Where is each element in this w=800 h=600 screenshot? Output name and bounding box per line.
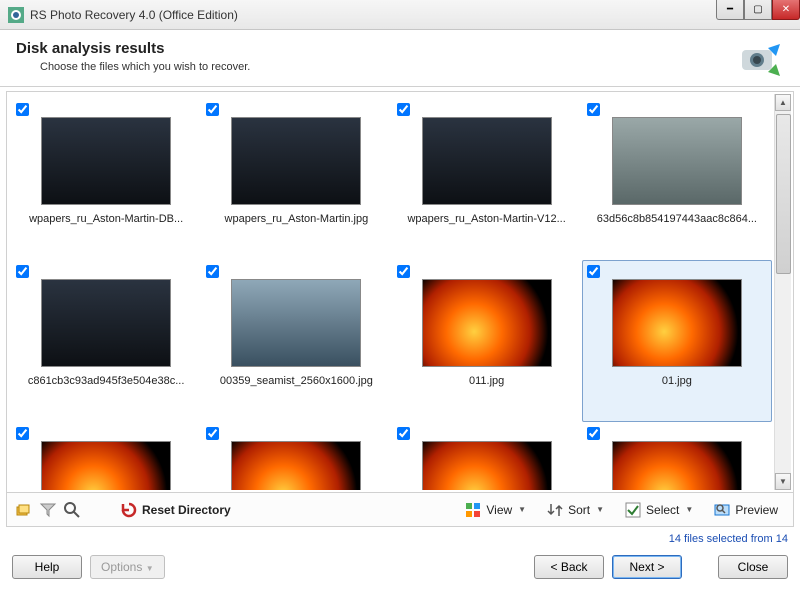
file-name: 011.jpg: [397, 375, 577, 387]
file-thumbnail: [41, 279, 171, 367]
chevron-down-icon: ▼: [596, 505, 604, 514]
reset-directory-button[interactable]: Reset Directory: [113, 497, 238, 523]
scroll-thumb[interactable]: [776, 114, 791, 274]
vertical-scrollbar[interactable]: ▲ ▼: [774, 94, 791, 490]
file-item[interactable]: c861cb3c93ad945f3e504e38c...: [11, 260, 201, 422]
file-item[interactable]: 01.jpg: [582, 260, 772, 422]
file-checkbox[interactable]: [397, 265, 410, 278]
file-item[interactable]: wpapers_ru_Aston-Martin-DB...: [11, 98, 201, 260]
file-item[interactable]: [392, 422, 582, 490]
view-icon: [464, 501, 482, 519]
file-checkbox[interactable]: [587, 427, 600, 440]
file-checkbox[interactable]: [397, 427, 410, 440]
status-text: 14 files selected from 14: [0, 527, 800, 547]
file-checkbox[interactable]: [16, 427, 29, 440]
minimize-button[interactable]: ━: [716, 0, 744, 20]
filter-icon[interactable]: [39, 501, 57, 519]
file-thumbnail: [612, 441, 742, 490]
file-item[interactable]: 00359_seamist_2560x1600.jpg: [201, 260, 391, 422]
file-name: 01.jpg: [587, 375, 767, 387]
file-item[interactable]: [201, 422, 391, 490]
titlebar: RS Photo Recovery 4.0 (Office Edition) ━…: [0, 0, 800, 30]
header-icon: [736, 40, 784, 80]
file-checkbox[interactable]: [16, 265, 29, 278]
file-item[interactable]: [11, 422, 201, 490]
scroll-down-icon[interactable]: ▼: [775, 473, 791, 490]
file-thumbnail: [231, 441, 361, 490]
chevron-down-icon: ▼: [518, 505, 526, 514]
file-item[interactable]: 63d56c8b854197443aac8c864...: [582, 98, 772, 260]
file-name: c861cb3c93ad945f3e504e38c...: [16, 375, 196, 387]
sort-button[interactable]: Sort▼: [539, 497, 611, 523]
options-button[interactable]: Options ▼: [90, 555, 165, 579]
file-name: wpapers_ru_Aston-Martin-DB...: [16, 213, 196, 225]
stack-icon[interactable]: [15, 501, 33, 519]
zoom-icon[interactable]: [63, 501, 81, 519]
file-checkbox[interactable]: [397, 103, 410, 116]
file-thumbnail: [422, 117, 552, 205]
wizard-header: Disk analysis results Choose the files w…: [0, 30, 800, 87]
file-thumbnail: [41, 117, 171, 205]
footer: Help Options ▼ < Back Next > Close: [0, 547, 800, 587]
select-button[interactable]: Select▼: [617, 497, 700, 523]
results-panel: wpapers_ru_Aston-Martin-DB... wpapers_ru_…: [6, 91, 794, 493]
window-title: RS Photo Recovery 4.0 (Office Edition): [30, 8, 716, 22]
next-button[interactable]: Next >: [612, 555, 682, 579]
file-checkbox[interactable]: [587, 103, 600, 116]
file-grid: wpapers_ru_Aston-Martin-DB... wpapers_ru_…: [9, 94, 774, 490]
checkbox-icon: [624, 501, 642, 519]
file-thumbnail: [231, 117, 361, 205]
chevron-down-icon: ▼: [146, 564, 154, 573]
scroll-up-icon[interactable]: ▲: [775, 94, 791, 111]
help-button[interactable]: Help: [12, 555, 82, 579]
file-thumbnail: [231, 279, 361, 367]
file-thumbnail: [612, 279, 742, 367]
file-checkbox[interactable]: [587, 265, 600, 278]
file-checkbox[interactable]: [16, 103, 29, 116]
maximize-button[interactable]: ▢: [744, 0, 772, 20]
toolbar: Reset Directory View▼ Sort▼ Select▼ Prev…: [6, 493, 794, 527]
file-thumbnail: [41, 441, 171, 490]
file-item[interactable]: 011.jpg: [392, 260, 582, 422]
file-item[interactable]: [582, 422, 772, 490]
file-thumbnail: [422, 279, 552, 367]
file-name: 63d56c8b854197443aac8c864...: [587, 213, 767, 225]
back-button[interactable]: < Back: [534, 555, 604, 579]
close-dialog-button[interactable]: Close: [718, 555, 788, 579]
reset-icon: [120, 501, 138, 519]
file-checkbox[interactable]: [206, 103, 219, 116]
file-thumbnail: [612, 117, 742, 205]
close-button[interactable]: ✕: [772, 0, 800, 20]
file-checkbox[interactable]: [206, 427, 219, 440]
file-item[interactable]: wpapers_ru_Aston-Martin.jpg: [201, 98, 391, 260]
app-icon: [8, 7, 24, 23]
page-title: Disk analysis results: [16, 40, 736, 57]
chevron-down-icon: ▼: [685, 505, 693, 514]
file-checkbox[interactable]: [206, 265, 219, 278]
view-button[interactable]: View▼: [457, 497, 533, 523]
sort-icon: [546, 501, 564, 519]
file-name: wpapers_ru_Aston-Martin-V12...: [397, 213, 577, 225]
file-thumbnail: [422, 441, 552, 490]
file-item[interactable]: wpapers_ru_Aston-Martin-V12...: [392, 98, 582, 260]
page-subtitle: Choose the files which you wish to recov…: [40, 61, 736, 73]
preview-icon: [713, 501, 731, 519]
preview-button[interactable]: Preview: [706, 497, 785, 523]
file-name: 00359_seamist_2560x1600.jpg: [206, 375, 386, 387]
file-name: wpapers_ru_Aston-Martin.jpg: [206, 213, 386, 225]
